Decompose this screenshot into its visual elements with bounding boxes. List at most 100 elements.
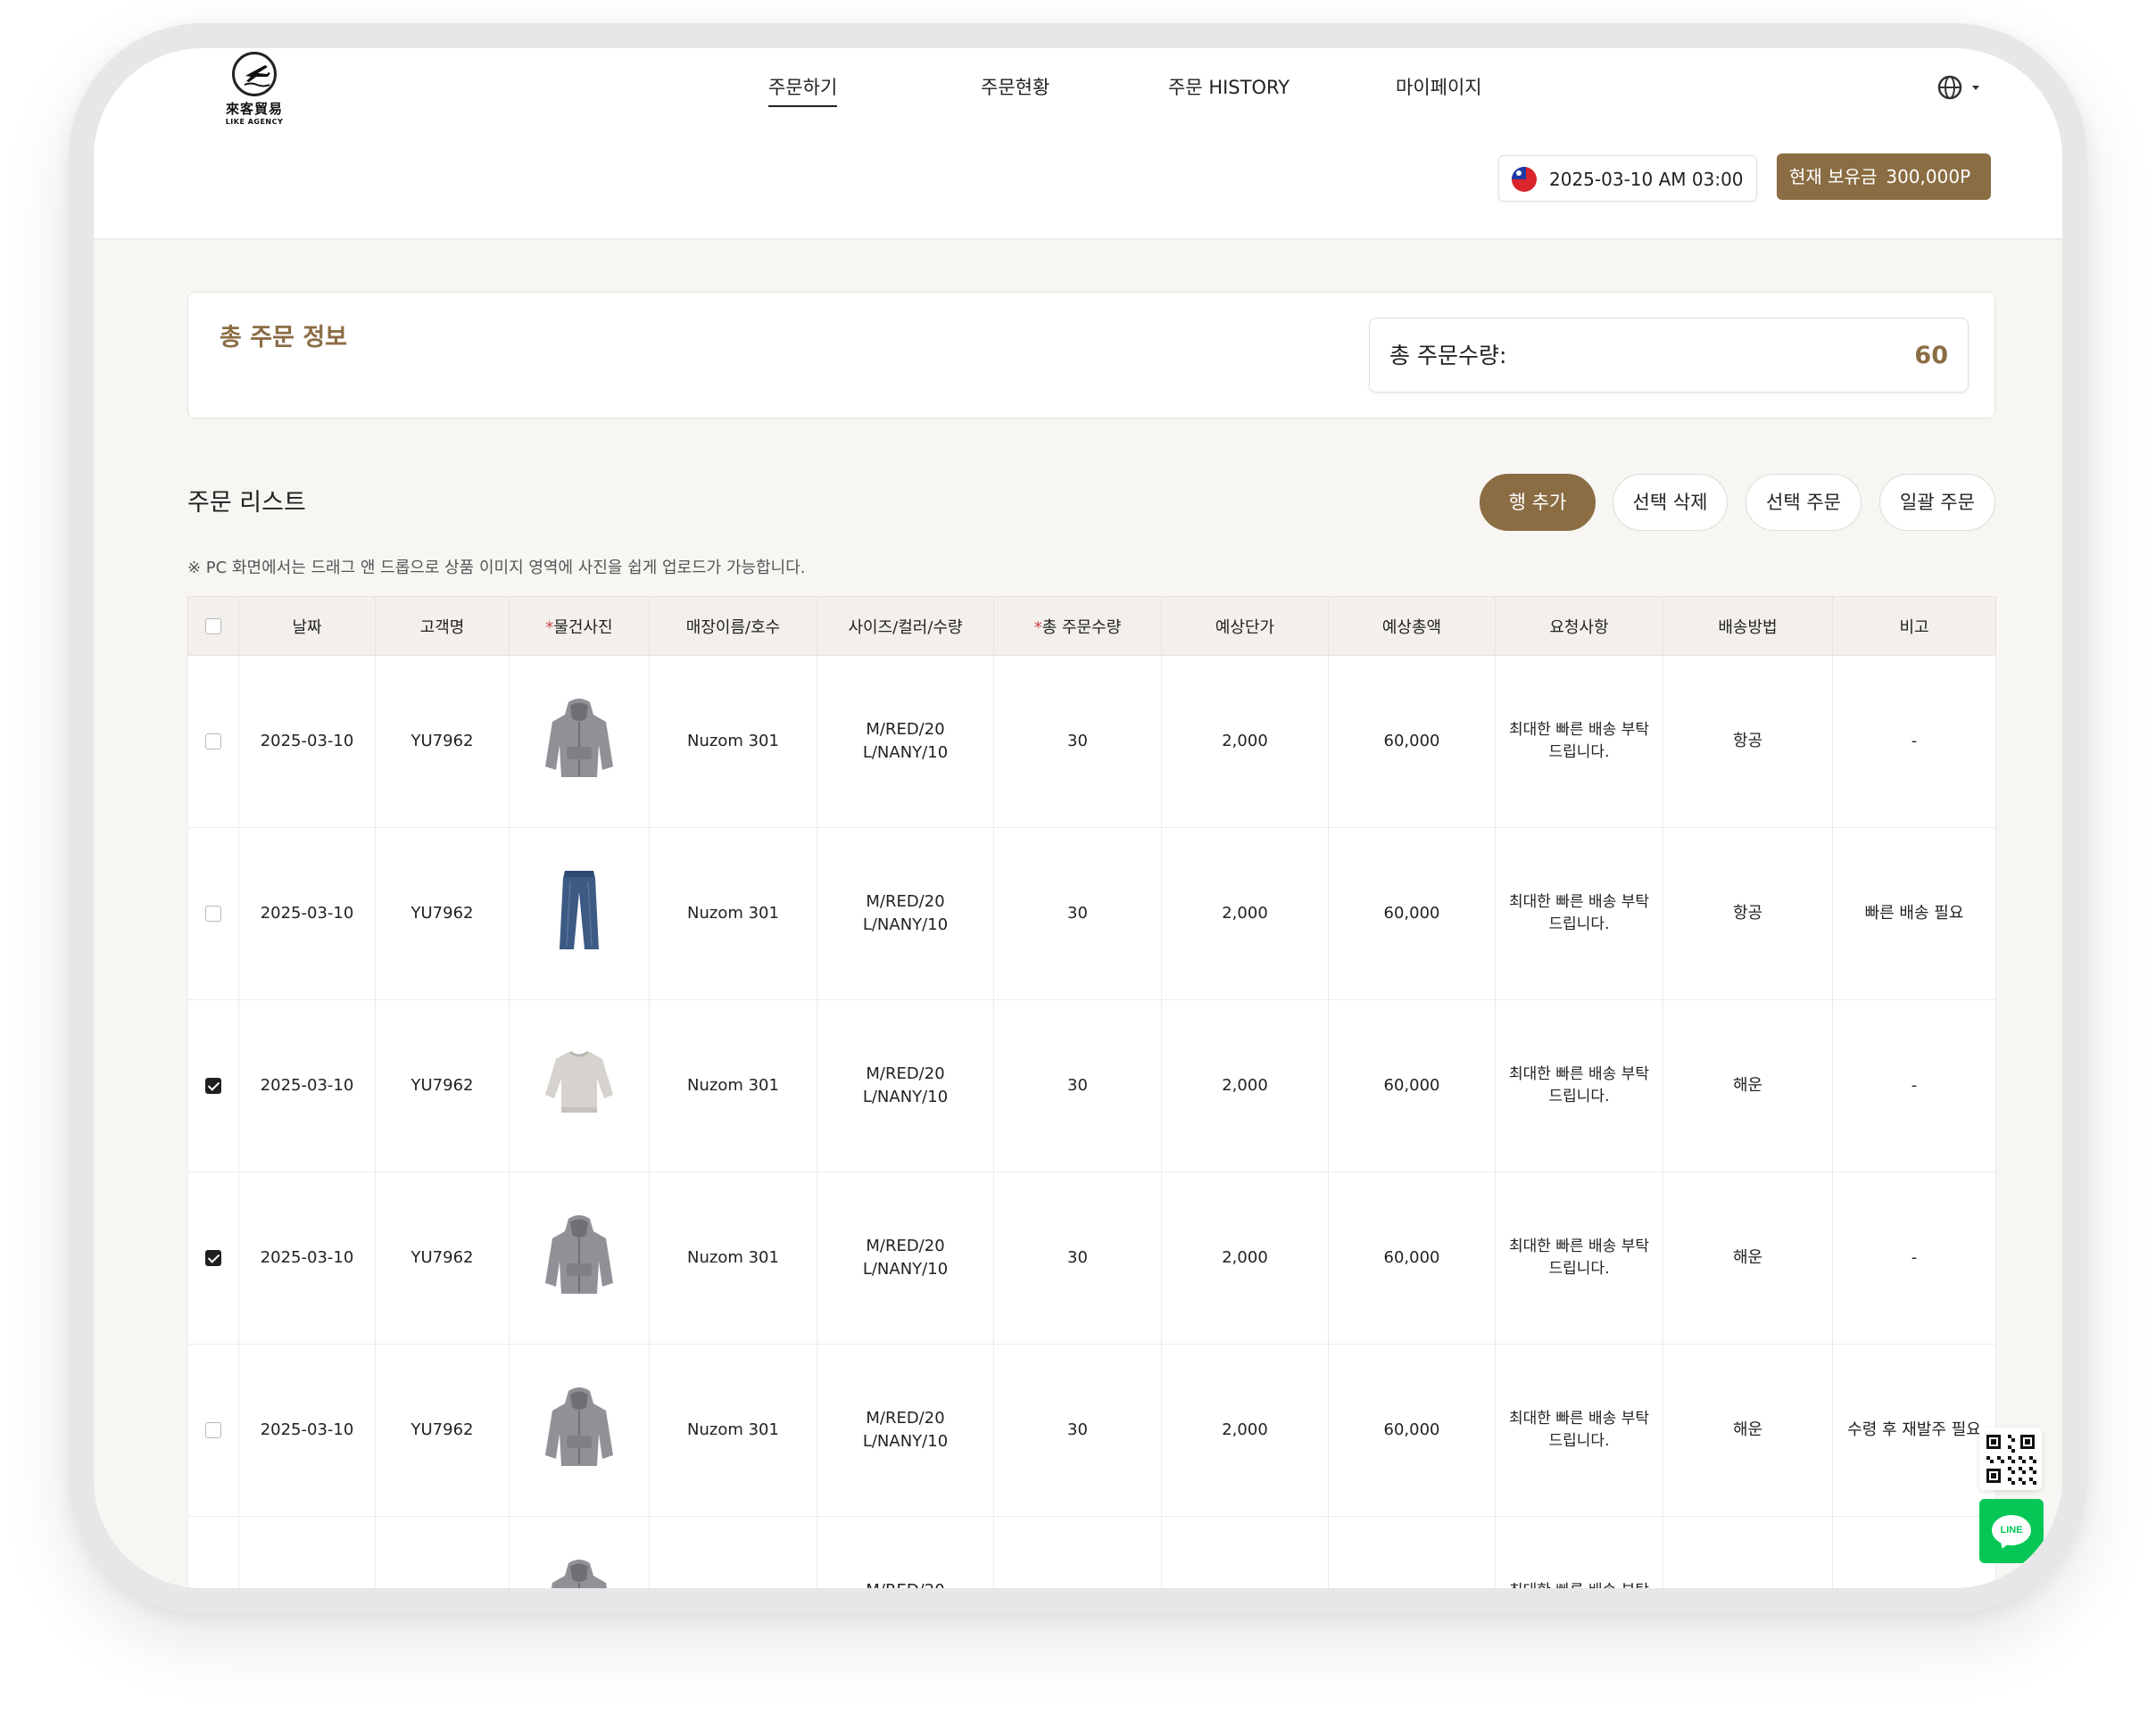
cell-store[interactable]: Nuzom 301 — [649, 1344, 817, 1517]
cell-size[interactable]: M/RED/20L/NANY/10 — [817, 999, 994, 1172]
cell-date[interactable]: 2025-03-10 — [238, 999, 376, 1172]
cell-photo[interactable] — [509, 1171, 650, 1345]
cell-total-qty[interactable]: 30 — [993, 655, 1162, 828]
cell-date[interactable]: 2025-03-10 — [238, 655, 376, 828]
cell-date[interactable]: 2025-03-10 — [238, 1171, 376, 1345]
table-row[interactable]: 2025-03-10YU7962 Nuzom 301 M/RED/20 L/NANY/… — [187, 655, 1996, 828]
qr-code-button[interactable] — [1979, 1428, 2042, 1490]
select-all-checkbox[interactable] — [205, 618, 221, 634]
cell-date[interactable]: 2025-03-10 — [238, 1344, 376, 1517]
cell-request[interactable]: 최대한 빠른 배송 부탁드립니다. — [1495, 999, 1663, 1172]
balance-label: 현재 보유금 — [1789, 166, 1878, 187]
nav-order[interactable]: 주문하기 — [768, 70, 838, 107]
cell-store[interactable]: Nuzom 301 — [649, 1171, 817, 1345]
cell-unit-price[interactable]: 2,000 — [1161, 1171, 1329, 1345]
nav-mypage[interactable]: 마이페이지 — [1396, 70, 1482, 105]
cell-unit-price[interactable]: 2,000 — [1161, 1516, 1329, 1588]
nav-order-status[interactable]: 주문현황 — [981, 70, 1049, 105]
cell-date[interactable]: 2025-03-10 — [238, 827, 376, 1000]
cell-request[interactable]: 최대한 빠른 배송 부탁드립니다. — [1495, 1516, 1663, 1588]
cell-store[interactable]: Nuzom 301 — [649, 1516, 817, 1588]
cell-remark[interactable]: 수령 후 재발주 필요 — [1832, 1344, 1996, 1517]
order-selected-button[interactable]: 선택 주문 — [1746, 474, 1862, 531]
header-date: 날짜 — [238, 596, 376, 656]
device-frame: 來客貿易 LIKE AGENCY 주문하기 주문현황 주문 HISTORY 마이… — [69, 23, 2087, 1613]
cell-remark[interactable]: - — [1832, 655, 1996, 828]
cell-remark[interactable]: 빠른 배송 필요 — [1832, 827, 1996, 1000]
cell-shipping[interactable]: 해운 — [1663, 1171, 1833, 1345]
cell-store[interactable]: Nuzom 301 — [649, 655, 817, 828]
qr-code-icon — [1986, 1435, 2036, 1485]
row-checkbox[interactable] — [205, 906, 221, 922]
size-line: L/NANY/10 — [862, 915, 949, 934]
row-checkbox[interactable] — [205, 1422, 221, 1438]
cell-photo[interactable] — [509, 1344, 650, 1517]
cell-request[interactable]: 최대한 빠른 배송 부탁드립니다. — [1495, 827, 1663, 1000]
order-summary-card: 총 주문 정보 총 주문수량: 60 — [187, 292, 1995, 418]
table-row[interactable]: 2025-03-10YU7962 Nuzom 301M/RED/20L/NANY/… — [187, 1344, 1996, 1517]
row-select-cell — [187, 655, 239, 828]
cell-customer[interactable]: YU7962 — [375, 1516, 510, 1588]
cell-store[interactable]: Nuzom 301 — [649, 827, 817, 1000]
order-all-button[interactable]: 일괄 주문 — [1879, 474, 1995, 531]
cell-size[interactable]: M/RED/20L/NANY/10 — [817, 1344, 994, 1517]
cell-size[interactable]: M/RED/20 L/NANY/10 — [817, 655, 994, 828]
table-row[interactable]: 2025-03-10YU7962 Nuzom 301M/RED/20L/NANY/… — [187, 999, 1996, 1172]
cell-unit-price[interactable]: 2,000 — [1161, 999, 1329, 1172]
size-line: M/RED/20 — [817, 1579, 993, 1588]
cell-customer[interactable]: YU7962 — [375, 655, 510, 828]
cell-photo[interactable] — [509, 999, 650, 1172]
add-row-button[interactable]: 행 추가 — [1480, 474, 1596, 531]
table-row[interactable]: 2025-03-10YU7962 Nuzom 301M/RED/20L/NANY/… — [187, 827, 1996, 1000]
cell-remark[interactable]: - — [1832, 1516, 1996, 1588]
cell-customer[interactable]: YU7962 — [375, 827, 510, 1000]
cell-store[interactable]: Nuzom 301 — [649, 999, 817, 1172]
cell-total-qty[interactable]: 30 — [993, 999, 1162, 1172]
row-checkbox[interactable] — [205, 1250, 221, 1266]
table-row[interactable]: 2025-03-10YU7962 Nuzom 301M/RED/20L/NANY/… — [187, 1516, 1996, 1588]
size-line: M/RED/20 — [866, 720, 945, 739]
cell-total-qty[interactable]: 30 — [993, 1344, 1162, 1517]
cell-unit-price[interactable]: 2,000 — [1161, 827, 1329, 1000]
globe-icon — [1937, 75, 1979, 100]
row-checkbox[interactable] — [205, 1078, 221, 1094]
cell-customer[interactable]: YU7962 — [375, 1171, 510, 1345]
cell-photo[interactable] — [509, 655, 650, 828]
cell-size[interactable]: M/RED/20L/NANY/10 — [817, 1171, 994, 1345]
row-checkbox[interactable] — [205, 733, 221, 749]
cell-unit-price[interactable]: 2,000 — [1161, 655, 1329, 828]
size-line: L/NANY/10 — [862, 1088, 949, 1106]
cell-size[interactable]: M/RED/20L/NANY/10 — [817, 827, 994, 1000]
cell-total-qty[interactable]: 30 — [993, 827, 1162, 1000]
order-table: 날짜 고객명 *물건사진 매장이름/호수 사이즈/컬러/수량 *총 주문수량 예… — [187, 596, 1996, 1588]
header-unit-price: 예상단가 — [1161, 596, 1329, 656]
cell-request[interactable]: 최대한 빠른 배송 부탁드립니다. — [1495, 1344, 1663, 1517]
delete-selected-button[interactable]: 선택 삭제 — [1613, 474, 1728, 531]
cell-shipping[interactable]: 해운 — [1663, 1344, 1833, 1517]
cell-remark[interactable]: - — [1832, 999, 1996, 1172]
table-row[interactable]: 2025-03-10YU7962 Nuzom 301M/RED/20L/NANY/… — [187, 1171, 1996, 1345]
language-selector[interactable] — [1936, 73, 1990, 102]
line-chat-button[interactable]: LINE — [1979, 1499, 2044, 1563]
size-line: L/NANY/10 — [862, 743, 949, 762]
cell-total-qty[interactable]: 30 — [993, 1516, 1162, 1588]
balance-badge: 현재 보유금 300,000P — [1777, 153, 1991, 200]
cell-shipping[interactable]: 해운 — [1663, 999, 1833, 1172]
nav-order-history[interactable]: 주문 HISTORY — [1168, 70, 1289, 105]
header-size: 사이즈/컬러/수량 — [817, 596, 994, 656]
cell-shipping[interactable]: 항공 — [1663, 827, 1833, 1000]
cell-shipping[interactable]: 해운 — [1663, 1516, 1833, 1588]
cell-request[interactable]: 최대한 빠른 배송 부탁드립니다. — [1495, 655, 1663, 828]
row-select-cell — [187, 1171, 239, 1345]
cell-photo[interactable] — [509, 827, 650, 1000]
cell-remark[interactable]: - — [1832, 1171, 1996, 1345]
cell-unit-price[interactable]: 2,000 — [1161, 1344, 1329, 1517]
cell-customer[interactable]: YU7962 — [375, 1344, 510, 1517]
cell-date[interactable]: 2025-03-10 — [238, 1516, 376, 1588]
cell-shipping[interactable]: 항공 — [1663, 655, 1833, 828]
cell-request[interactable]: 최대한 빠른 배송 부탁드립니다. — [1495, 1171, 1663, 1345]
cell-size[interactable]: M/RED/20L/NANY/10 — [817, 1516, 994, 1588]
cell-photo[interactable] — [509, 1516, 650, 1588]
cell-total-qty[interactable]: 30 — [993, 1171, 1162, 1345]
cell-customer[interactable]: YU7962 — [375, 999, 510, 1172]
